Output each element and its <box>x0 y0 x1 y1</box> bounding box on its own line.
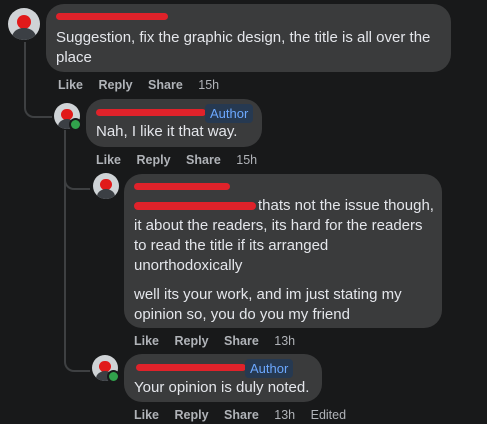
avatar[interactable] <box>93 173 119 199</box>
comment-actions: Like Reply Share 15h <box>96 153 269 167</box>
like-button[interactable]: Like <box>96 153 121 167</box>
redacted-name <box>96 109 206 116</box>
redacted-mention <box>134 202 256 211</box>
avatar[interactable] <box>8 8 40 40</box>
online-status-dot <box>69 118 82 131</box>
comment-text: Nah, I like it that way. <box>96 123 238 140</box>
comment-text: Suggestion, fix the graphic design, the … <box>56 29 431 66</box>
share-button[interactable]: Share <box>148 78 183 92</box>
edited-label[interactable]: Edited <box>311 408 346 422</box>
share-button[interactable]: Share <box>186 153 221 167</box>
author-badge: Author <box>205 104 254 123</box>
like-button[interactable]: Like <box>134 408 159 422</box>
comment-actions: Like Reply Share 13h <box>134 334 307 348</box>
timestamp[interactable]: 15h <box>236 153 257 167</box>
thread-line-main <box>24 42 26 102</box>
author-badge: Author <box>245 359 294 378</box>
reply-button[interactable]: Reply <box>175 408 209 422</box>
thread-connector-1 <box>24 96 52 118</box>
thread-line-reply <box>64 130 66 362</box>
like-button[interactable]: Like <box>58 78 83 92</box>
online-status-dot <box>107 370 120 383</box>
share-button[interactable]: Share <box>224 334 259 348</box>
timestamp[interactable]: 15h <box>198 78 219 92</box>
reply-button[interactable]: Reply <box>137 153 171 167</box>
thread-connector-3 <box>64 350 90 372</box>
comment-text-paragraph-2: well its your work, and im just stating … <box>134 286 402 323</box>
comment-text-paragraph-1: thats not the issue though, it about the… <box>134 197 434 274</box>
comment-actions: Like Reply Share 13h Edited <box>134 408 358 422</box>
redacted-name <box>134 183 230 190</box>
timestamp[interactable]: 13h <box>274 408 295 422</box>
comment-actions: Like Reply Share 15h <box>58 78 231 92</box>
reply-button[interactable]: Reply <box>99 78 133 92</box>
timestamp[interactable]: 13h <box>274 334 295 348</box>
like-button[interactable]: Like <box>134 334 159 348</box>
comment-bubble: Author Your opinion is duly noted. <box>124 354 322 402</box>
share-button[interactable]: Share <box>224 408 259 422</box>
comment-text: Your opinion is duly noted. <box>134 379 310 396</box>
comment-bubble: Author Nah, I like it that way. <box>86 99 262 147</box>
redacted-name <box>136 364 246 371</box>
comment-bubble: thats not the issue though, it about the… <box>124 174 442 328</box>
thread-connector-2 <box>64 170 90 190</box>
reply-button[interactable]: Reply <box>175 334 209 348</box>
comment-bubble: Suggestion, fix the graphic design, the … <box>46 4 451 72</box>
redacted-name <box>56 13 168 20</box>
